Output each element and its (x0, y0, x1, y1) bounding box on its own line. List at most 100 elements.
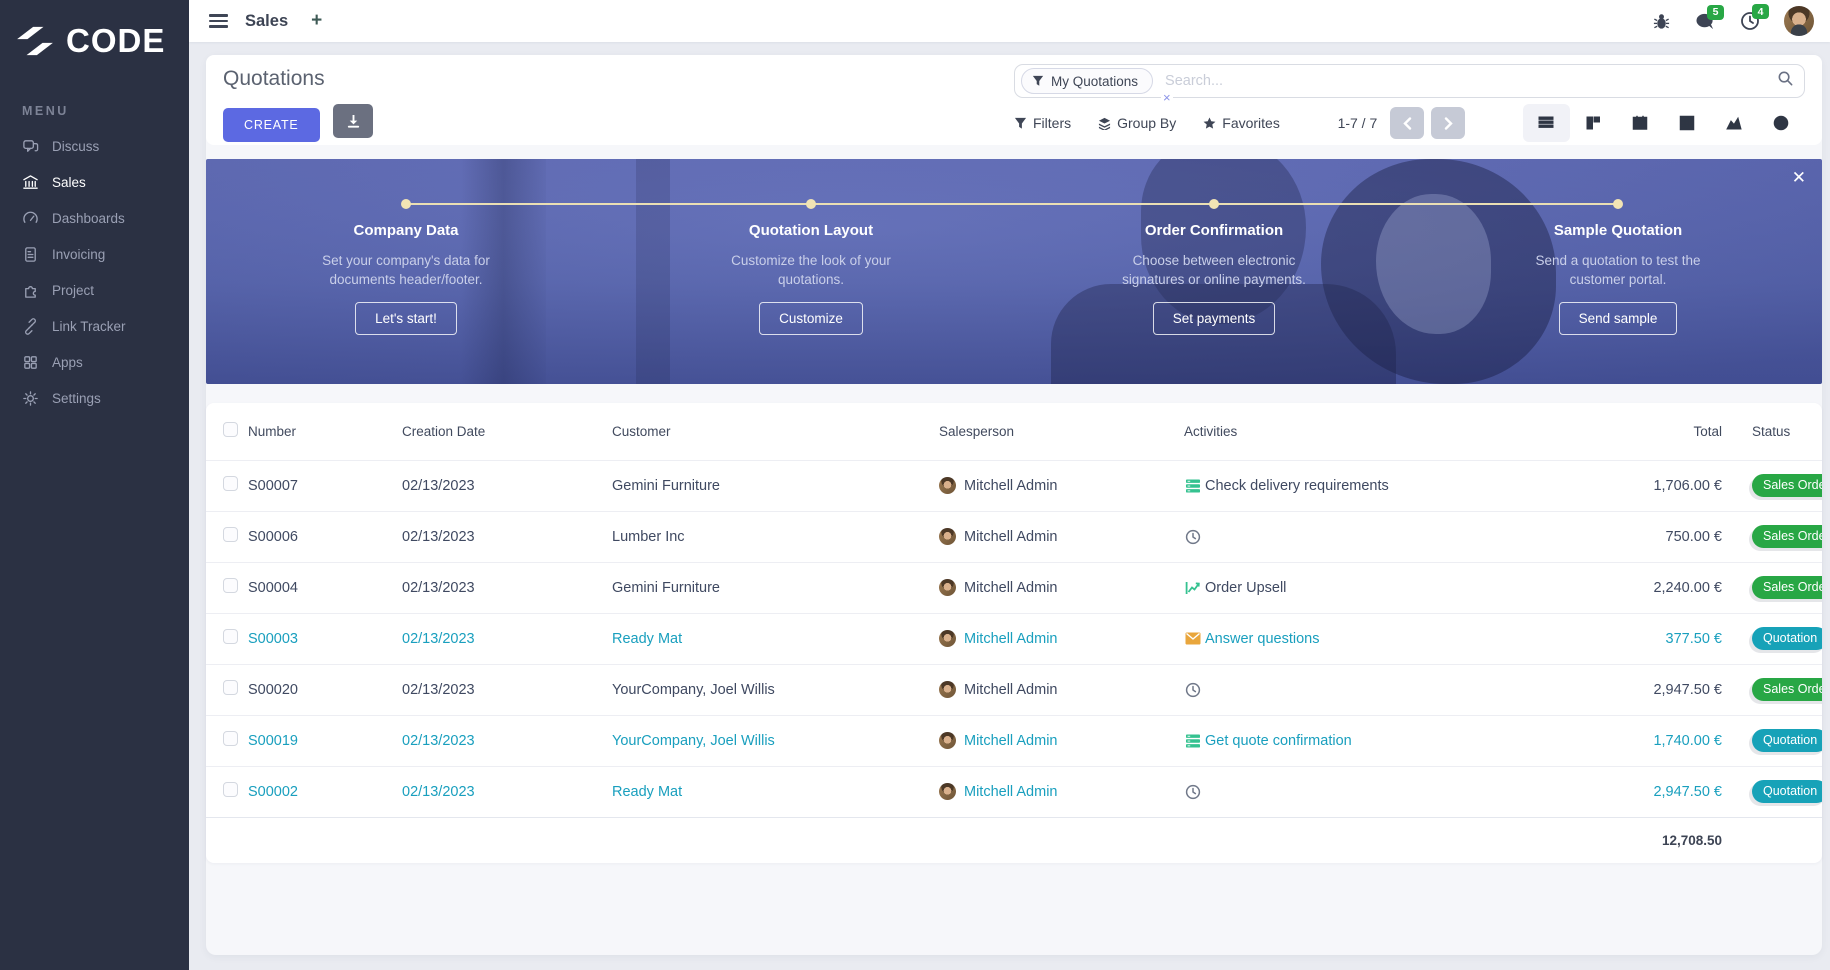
column-header-creation-date[interactable]: Creation Date (402, 403, 612, 460)
cell-customer: Gemini Furniture (612, 579, 720, 596)
search-box[interactable]: My Quotations × (1014, 64, 1805, 104)
brand-name: CODE (66, 22, 166, 59)
banner-close-icon[interactable]: ✕ (1792, 168, 1806, 188)
lets-start-button[interactable]: Let's start! (355, 302, 457, 335)
pager-next-button[interactable] (1431, 107, 1466, 139)
magnifier-icon[interactable] (1777, 70, 1794, 92)
salesperson-avatar (939, 732, 956, 749)
export-button[interactable] (333, 104, 374, 139)
new-tab-button[interactable]: + (305, 10, 328, 32)
tasks-activity-icon (1184, 477, 1201, 494)
status-badge: Sales Order (1752, 576, 1822, 599)
create-button[interactable]: CREATE (223, 107, 320, 142)
download-icon (347, 114, 359, 128)
step-description: Choose between electronic signatures or o… (1122, 253, 1306, 287)
row-checkbox[interactable] (223, 476, 238, 491)
table-row[interactable]: S00006 02/13/2023 Lumber Inc Mitchell Ad… (206, 511, 1822, 562)
row-checkbox[interactable] (223, 731, 238, 746)
step-title: Quotation Layout (748, 222, 874, 239)
brand-logo: CODE (0, 0, 189, 60)
salesperson-avatar (939, 477, 956, 494)
row-checkbox[interactable] (223, 782, 238, 797)
search-facet-label: My Quotations (1051, 73, 1139, 89)
sidebar-item-label: Discuss (52, 138, 100, 154)
row-checkbox[interactable] (223, 578, 238, 593)
table-row[interactable]: S00007 02/13/2023 Gemini Furniture Mitch… (206, 460, 1822, 511)
cell-creation-date: 02/13/2023 (402, 681, 475, 698)
messages-icon[interactable]: 5 (1695, 4, 1724, 31)
envelope-activity-icon (1184, 630, 1201, 647)
sidebar-item-sales[interactable]: Sales (0, 164, 189, 200)
filters-button[interactable]: Filters (1014, 115, 1071, 131)
cell-creation-date: 02/13/2023 (402, 528, 475, 545)
row-checkbox[interactable] (223, 527, 238, 542)
cell-customer: Ready Mat (612, 630, 683, 647)
view-kanban-icon[interactable] (1570, 104, 1617, 142)
cell-activities[interactable] (1184, 766, 1601, 817)
send-sample-button[interactable]: Send sample (1558, 302, 1678, 335)
cell-number: S00002 (248, 783, 298, 800)
quotations-table-card: Number Creation Date Customer Salesperso… (206, 403, 1822, 863)
cell-activities[interactable] (1184, 664, 1601, 715)
column-header-activities[interactable]: Activities (1184, 403, 1601, 460)
cell-activities[interactable]: Order Upsell (1184, 562, 1601, 613)
activities-clock-icon[interactable]: 4 (1740, 4, 1769, 31)
select-all-checkbox[interactable] (223, 422, 238, 438)
cell-activities[interactable]: Answer questions (1184, 613, 1601, 664)
column-header-status[interactable]: Status (1722, 403, 1822, 460)
sidebar-item-discuss[interactable]: Discuss (0, 128, 189, 164)
salesperson-avatar (939, 783, 956, 800)
view-pivot-icon[interactable] (1664, 104, 1711, 142)
sidebar-item-project[interactable]: Project (0, 272, 189, 308)
brand-logo-icon (17, 26, 53, 56)
table-header-row: Number Creation Date Customer Salesperso… (206, 403, 1822, 460)
sidebar-item-settings[interactable]: Settings (0, 380, 189, 416)
row-checkbox[interactable] (223, 680, 238, 695)
clock-activity-icon (1184, 681, 1201, 698)
search-facet-my-quotations[interactable]: My Quotations (1021, 68, 1154, 94)
set-payments-button[interactable]: Set payments (1152, 302, 1276, 335)
column-header-total[interactable]: Total (1601, 403, 1722, 460)
table-row[interactable]: S00003 02/13/2023 Ready Mat Mitchell Adm… (206, 613, 1822, 664)
group-by-button[interactable]: Group By (1098, 115, 1176, 131)
favorites-button[interactable]: Favorites (1203, 115, 1280, 131)
sidebar-item-label: Apps (52, 354, 83, 370)
table-row[interactable]: S00019 02/13/2023 YourCompany, Joel Will… (206, 715, 1822, 766)
column-header-number[interactable]: Number (248, 403, 402, 460)
remove-facet-button[interactable]: × (1161, 91, 1173, 104)
bug-icon[interactable] (1652, 12, 1671, 31)
cell-total: 1,740.00 € (1653, 732, 1722, 749)
table-row[interactable]: S00004 02/13/2023 Gemini Furniture Mitch… (206, 562, 1822, 613)
layers-icon (1099, 117, 1111, 130)
app-tab-title[interactable]: Sales (245, 12, 288, 31)
user-avatar[interactable] (1784, 6, 1814, 36)
column-header-customer[interactable]: Customer (612, 403, 939, 460)
cell-activities[interactable]: Get quote confirmation (1184, 715, 1601, 766)
customize-button[interactable]: Customize (759, 302, 863, 335)
cell-status: Sales Order (1722, 664, 1822, 715)
status-badge: Sales Order (1752, 678, 1822, 701)
sidebar-item-invoicing[interactable]: Invoicing (0, 236, 189, 272)
filters-label: Filters (1033, 115, 1072, 131)
row-checkbox[interactable] (223, 629, 238, 644)
cell-creation-date: 02/13/2023 (402, 579, 475, 596)
sidebar-item-dashboards[interactable]: Dashboards (0, 200, 189, 236)
view-calendar-icon[interactable] (1617, 104, 1664, 142)
view-graph-icon[interactable] (1711, 104, 1758, 142)
cell-activities[interactable]: Check delivery requirements (1184, 460, 1601, 511)
onboarding-step-sample-quotation: Sample Quotation Send a quotation to tes… (1463, 222, 1773, 335)
sidebar-item-apps[interactable]: Apps (0, 344, 189, 380)
sidebar-item-link-tracker[interactable]: Link Tracker (0, 308, 189, 344)
view-activity-icon[interactable] (1758, 104, 1805, 142)
hamburger-menu-icon[interactable] (209, 11, 228, 32)
view-list-icon[interactable] (1522, 104, 1570, 142)
main-area: Sales + 5 4 Quotations My Quotations × S… (189, 0, 1830, 970)
search-input[interactable] (1153, 73, 1777, 89)
table-row[interactable]: S00002 02/13/2023 Ready Mat Mitchell Adm… (206, 766, 1822, 817)
salesperson-name: Mitchell Admin (964, 630, 1058, 647)
salesperson-name: Mitchell Admin (964, 732, 1058, 749)
table-row[interactable]: S00020 02/13/2023 YourCompany, Joel Will… (206, 664, 1822, 715)
pager-prev-button[interactable] (1390, 107, 1425, 139)
column-header-salesperson[interactable]: Salesperson (939, 403, 1184, 460)
cell-activities[interactable] (1184, 511, 1601, 562)
